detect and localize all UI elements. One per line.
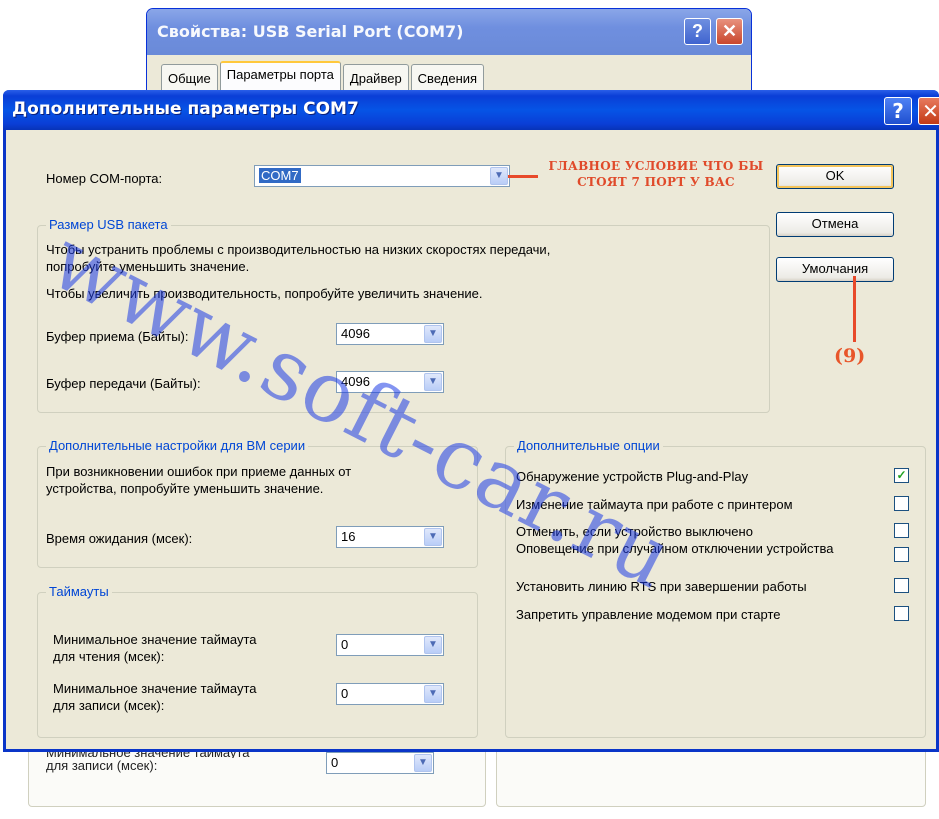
extra-options-group-title: Дополнительные опции (514, 438, 663, 453)
option-plug-and-play-checkbox[interactable]: ✓ (894, 468, 909, 483)
write-timeout-select[interactable]: 0 ▼ (336, 683, 444, 705)
usb-packet-group-title: Размер USB пакета (46, 217, 171, 232)
read-timeout-label-line1: Минимальное значение таймаута (53, 632, 257, 647)
timeouts-group: Таймауты (37, 584, 478, 738)
usb-desc-line2: попробуйте уменьшить значение. (46, 259, 250, 274)
background-write-timeout-label: Минимальное значение таймаута для записи… (46, 750, 250, 773)
chevron-down-icon: ▼ (490, 167, 508, 185)
option-printer-timeout-label: Изменение таймаута при работе с принтеро… (516, 497, 793, 512)
write-timeout-label-line1: Минимальное значение таймаута (53, 681, 257, 696)
chevron-down-icon: ▼ (424, 325, 442, 343)
tab-driver[interactable]: Драйвер (342, 64, 409, 90)
background-title-bar: Свойства: USB Serial Port (COM7) (147, 9, 751, 55)
option-surprise-removal-checkbox[interactable] (894, 547, 909, 562)
read-timeout-label-line2: для чтения (мсек): (53, 649, 165, 664)
option-surprise-removal-label: Оповещение при случайном отключении устр… (516, 541, 834, 556)
annotation-number: (9) (834, 345, 866, 367)
option-disable-modem-label: Запретить управление модемом при старте (516, 607, 781, 622)
option-printer-timeout-checkbox[interactable] (894, 496, 909, 511)
dialog-title: Дополнительные параметры COM7 (12, 99, 359, 119)
tab-details[interactable]: Сведения (410, 64, 485, 90)
annotation-line-vertical (853, 276, 856, 342)
background-properties-window: Свойства: USB Serial Port (COM7) ? ✕ Общ… (146, 8, 752, 98)
background-tabs: Общие Параметры порта Драйвер Сведения (161, 61, 486, 90)
usb-desc-line1: Чтобы устранить проблемы с производитель… (46, 242, 551, 257)
option-disable-modem-checkbox[interactable] (894, 606, 909, 621)
bm-settings-group-title: Дополнительные настройки для BM серии (46, 438, 309, 453)
cancel-button[interactable]: Отмена (776, 212, 894, 237)
com-port-select[interactable]: COM7 ▼ (254, 165, 510, 187)
background-help-button[interactable]: ? (684, 18, 711, 45)
background-write-timeout-select[interactable]: 0 ▼ (326, 752, 434, 774)
option-set-rts-checkbox[interactable] (894, 578, 909, 593)
chevron-down-icon: ▼ (424, 685, 442, 703)
chevron-down-icon: ▼ (424, 636, 442, 654)
option-cancel-if-off-label: Отменить, если устройство выключено (516, 524, 753, 539)
help-button[interactable]: ? (884, 97, 912, 125)
chevron-down-icon: ▼ (424, 528, 442, 546)
chevron-down-icon: ▼ (424, 373, 442, 391)
bm-desc-line1: При возникновении ошибок при приеме данн… (46, 464, 352, 479)
tab-general[interactable]: Общие (161, 64, 218, 90)
close-button[interactable]: ✕ (918, 97, 939, 125)
annotation-text: ГЛАВНОЕ УСЛОВИЕ ЧТО БЫ СТОЯТ 7 ПОРТ У ВА… (548, 159, 764, 189)
com-port-label: Номер COM-порта: (46, 171, 163, 186)
annotation-line-horizontal (508, 175, 538, 178)
defaults-button[interactable]: Умолчания (776, 257, 894, 282)
usb-desc-line3: Чтобы увеличить производительность, попр… (46, 286, 483, 301)
timeouts-group-title: Таймауты (46, 584, 112, 599)
ok-button[interactable]: OK (776, 164, 894, 189)
option-cancel-if-off-checkbox[interactable] (894, 523, 909, 538)
latency-select[interactable]: 16 ▼ (336, 526, 444, 548)
rx-buffer-select[interactable]: 4096 ▼ (336, 323, 444, 345)
advanced-settings-dialog: Дополнительные параметры COM7 ? ✕ Номер … (3, 90, 939, 752)
check-icon: ✓ (896, 468, 907, 482)
chevron-down-icon: ▼ (414, 754, 432, 772)
write-timeout-label-line2: для записи (мсек): (53, 698, 165, 713)
tab-port-settings[interactable]: Параметры порта (219, 61, 341, 90)
rx-buffer-label: Буфер приема (Байты): (46, 329, 189, 344)
title-bar: Дополнительные параметры COM7 ? ✕ (3, 90, 939, 130)
background-close-button[interactable]: ✕ (716, 18, 743, 45)
tx-buffer-label: Буфер передачи (Байты): (46, 376, 201, 391)
option-set-rts-label: Установить линию RTS при завершении рабо… (516, 579, 807, 594)
background-window-title: Свойства: USB Serial Port (COM7) (157, 22, 464, 41)
latency-label: Время ожидания (мсек): (46, 531, 193, 546)
read-timeout-select[interactable]: 0 ▼ (336, 634, 444, 656)
option-plug-and-play-label: Обнаружение устройств Plug-and-Play (516, 469, 749, 484)
bm-desc-line2: устройства, попробуйте уменьшить значени… (46, 481, 324, 496)
tx-buffer-select[interactable]: 4096 ▼ (336, 371, 444, 393)
